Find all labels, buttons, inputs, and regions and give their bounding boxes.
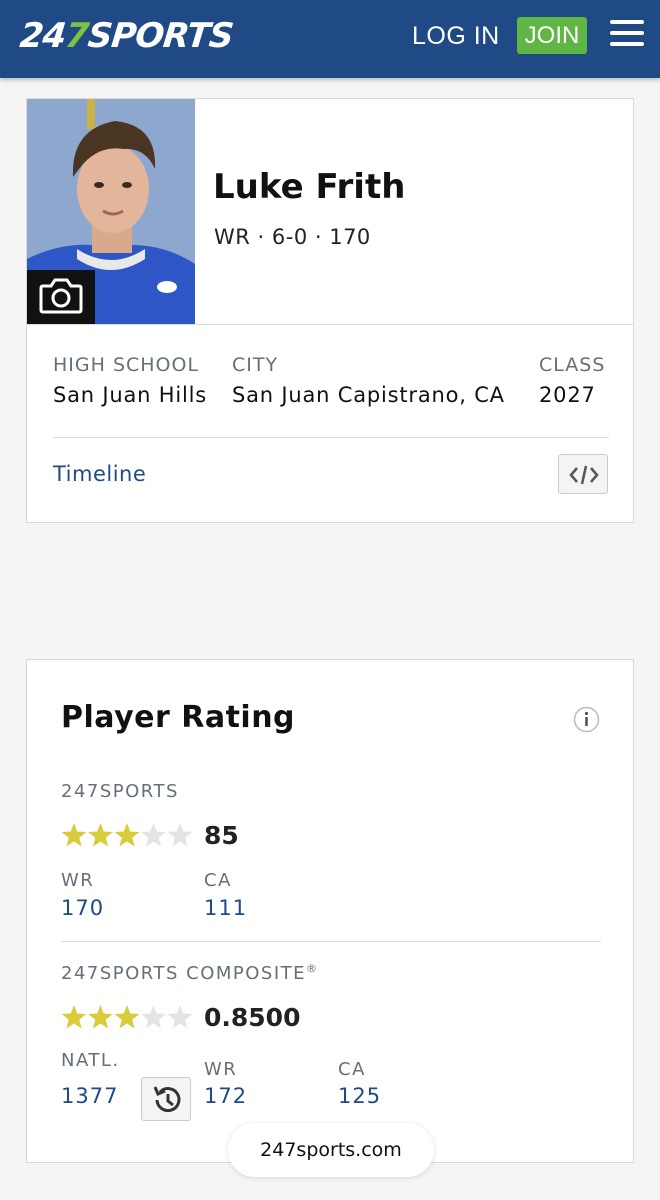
divider [53, 437, 609, 438]
sports247-star-rating [61, 822, 193, 848]
player-name: Luke Frith [213, 167, 406, 207]
login-link[interactable]: LOG IN [412, 20, 500, 52]
sports247-position-label: WR [61, 870, 95, 891]
player-profile-card: Luke Frith WR · 6-0 · 170 HIGH SCHOOL CI… [26, 98, 634, 523]
info-icon[interactable] [573, 706, 600, 733]
join-button[interactable]: JOIN [517, 17, 587, 54]
sports247-position-rank[interactable]: 170 [61, 896, 104, 920]
star-empty-icon [141, 1005, 166, 1029]
composite-star-rating [61, 1004, 193, 1030]
site-logo[interactable]: 247SPORTS [18, 16, 235, 56]
logo-text-prefix: 24 [17, 16, 68, 56]
player-rating-card: Player Rating 247SPORTS 85 WR CA 170 111… [26, 659, 634, 1163]
history-icon[interactable] [141, 1077, 191, 1121]
star-empty-icon [141, 823, 166, 847]
camera-icon[interactable] [27, 270, 95, 324]
composite-state-label: CA [338, 1059, 366, 1080]
high-school-value: San Juan Hills [53, 383, 207, 407]
high-school-label: HIGH SCHOOL [53, 354, 200, 376]
class-value: 2027 [539, 383, 596, 407]
composite-national-label: NATL. [61, 1050, 120, 1071]
composite-national-rank[interactable]: 1377 [61, 1084, 118, 1108]
city-label: CITY [232, 354, 279, 376]
composite-rating-label: 247SPORTS COMPOSITE® [61, 962, 319, 984]
hamburger-menu-icon[interactable] [610, 20, 644, 48]
city-value: San Juan Capistrano, CA [232, 383, 505, 407]
browser-url-pill[interactable]: 247sports.com [228, 1123, 434, 1177]
site-header: 247SPORTS LOG IN JOIN [0, 0, 660, 78]
registered-mark: ® [306, 962, 319, 975]
code-embed-icon[interactable] [558, 454, 608, 494]
sports247-rating-label: 247SPORTS [61, 781, 179, 802]
composite-state-rank[interactable]: 125 [338, 1084, 381, 1108]
logo-text-suffix: SPORTS [85, 16, 235, 56]
sports247-score: 85 [204, 821, 239, 850]
star-filled-icon [61, 823, 87, 847]
player-photo[interactable] [27, 99, 195, 324]
class-label: CLASS [539, 354, 606, 376]
divider [27, 324, 633, 325]
player-rating-title: Player Rating [61, 700, 296, 735]
star-rating-graphic [61, 1005, 193, 1029]
composite-label-text: 247SPORTS COMPOSITE [61, 963, 307, 984]
player-position-height-weight: WR · 6-0 · 170 [214, 225, 371, 249]
timeline-link[interactable]: Timeline [53, 462, 146, 486]
star-empty-icon [167, 823, 193, 847]
star-filled-icon [61, 1005, 87, 1029]
star-filled-icon [114, 823, 140, 847]
star-empty-icon [167, 1005, 193, 1029]
star-rating-graphic [61, 823, 193, 847]
divider [61, 941, 601, 942]
sports247-state-label: CA [204, 870, 232, 891]
composite-position-label: WR [204, 1059, 238, 1080]
composite-score: 0.8500 [204, 1003, 301, 1032]
sports247-state-rank[interactable]: 111 [204, 896, 247, 920]
star-filled-icon [88, 1005, 113, 1029]
composite-position-rank[interactable]: 172 [204, 1084, 247, 1108]
star-filled-icon [114, 1005, 140, 1029]
star-filled-icon [88, 823, 113, 847]
